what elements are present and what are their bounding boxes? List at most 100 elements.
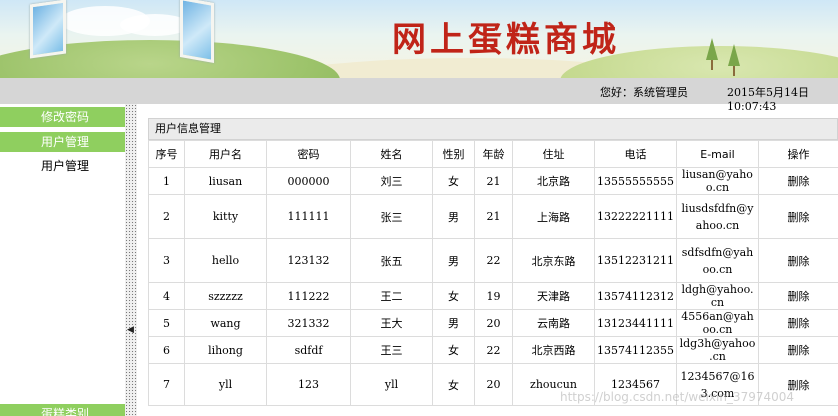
cell-name: 王二 (350, 282, 433, 310)
cell-email: liusan@yahoo.cn (676, 167, 759, 195)
cell-username: wang (184, 309, 267, 337)
cell-address: 云南路 (512, 309, 595, 337)
cell-password: 111222 (266, 282, 351, 310)
banner-tree (733, 66, 735, 76)
cell-age: 19 (474, 282, 513, 310)
column-header: 电话 (594, 140, 677, 168)
column-header: 年龄 (474, 140, 513, 168)
cell-gender: 男 (432, 194, 475, 239)
column-header: 密码 (266, 140, 351, 168)
cell-address: 北京东路 (512, 238, 595, 283)
column-header: 操作 (758, 140, 838, 168)
sidebar-splitter[interactable] (125, 104, 137, 416)
cell-username: szzzzz (184, 282, 267, 310)
cell-phone: 13123441111 (594, 309, 677, 337)
user-table: 序号 用户名 密码 姓名 性别 年龄 住址 电话 E-mail 操作 1 liu… (148, 140, 838, 406)
delete-link[interactable]: 删除 (758, 238, 838, 283)
column-header: 姓名 (350, 140, 433, 168)
cell-username: liusan (184, 167, 267, 195)
main-content: 用户信息管理 序号 用户名 密码 姓名 性别 年龄 住址 电话 E-mail 操… (148, 118, 838, 416)
sidebar-item-user-management[interactable]: 用户管理 (0, 132, 130, 152)
current-datetime: 2015年5月14日 10:07:43 (727, 86, 809, 113)
collapse-arrow-icon[interactable]: ◀ (127, 325, 134, 335)
table-row: 5 wang 321332 王大 男 20 云南路 13123441111 45… (148, 309, 838, 337)
user-greeting: 您好：系统管理员 (600, 86, 688, 99)
table-row: 2 kitty 111111 张三 男 21 上海路 13222221111 l… (148, 194, 838, 239)
cell-password: 123132 (266, 238, 351, 283)
cell-username: kitty (184, 194, 267, 239)
sidebar-item-cake-category[interactable]: 蛋糕类别 (0, 404, 130, 416)
cell-address: 北京路 (512, 167, 595, 195)
cell-email: ldg3h@yahoo.cn (676, 336, 759, 364)
cell-gender: 女 (432, 167, 475, 195)
delete-link[interactable]: 删除 (758, 194, 838, 239)
cell-address: 上海路 (512, 194, 595, 239)
cell-phone: 13555555555 (594, 167, 677, 195)
cell-age: 22 (474, 336, 513, 364)
status-bar: 您好：系统管理员 2015年5月14日 10:07:43 (0, 78, 838, 113)
cell-phone: 13574112312 (594, 282, 677, 310)
delete-link[interactable]: 删除 (758, 309, 838, 337)
cell-phone: 13512231211 (594, 238, 677, 283)
cell-gender: 男 (432, 309, 475, 337)
column-header: 序号 (148, 140, 185, 168)
cell-id: 2 (148, 194, 185, 239)
delete-link[interactable]: 删除 (758, 336, 838, 364)
cell-password: sdfdf (266, 336, 351, 364)
cell-phone: 13574112355 (594, 336, 677, 364)
cell-id: 4 (148, 282, 185, 310)
cell-email: ldgh@yahoo.cn (676, 282, 759, 310)
table-row: 4 szzzzz 111222 王二 女 19 天津路 13574112312 … (148, 282, 838, 310)
cell-name: 王三 (350, 336, 433, 364)
cell-email: sdfsdfn@yahoo.cn (676, 238, 759, 283)
cell-address: 天津路 (512, 282, 595, 310)
cell-address: 北京西路 (512, 336, 595, 364)
cell-id: 5 (148, 309, 185, 337)
banner-window (30, 0, 66, 59)
cell-gender: 女 (432, 282, 475, 310)
cell-name: 刘三 (350, 167, 433, 195)
cell-password: 123 (266, 363, 351, 406)
column-header: E-mail (676, 140, 759, 168)
delete-link[interactable]: 删除 (758, 167, 838, 195)
cell-id: 1 (148, 167, 185, 195)
cell-name: 张五 (350, 238, 433, 283)
cell-password: 111111 (266, 194, 351, 239)
cell-password: 321332 (266, 309, 351, 337)
cell-name: yll (350, 363, 433, 406)
sidebar-item-change-password[interactable]: 修改密码 (0, 107, 130, 127)
cell-id: 7 (148, 363, 185, 406)
banner-tree (711, 60, 713, 70)
table-row: 6 lihong sdfdf 王三 女 22 北京西路 13574112355 … (148, 336, 838, 364)
cell-id: 6 (148, 336, 185, 364)
table-row: 1 liusan 000000 刘三 女 21 北京路 13555555555 … (148, 167, 838, 195)
cell-name: 王大 (350, 309, 433, 337)
banner-tree (728, 44, 740, 66)
banner-tree (706, 38, 718, 60)
cell-username: lihong (184, 336, 267, 364)
cell-age: 20 (474, 363, 513, 406)
column-header: 住址 (512, 140, 595, 168)
cell-email: liusdsfdfn@yahoo.cn (676, 194, 759, 239)
cell-phone: 13222221111 (594, 194, 677, 239)
cell-gender: 女 (432, 363, 475, 406)
cell-age: 21 (474, 167, 513, 195)
column-header: 性别 (432, 140, 475, 168)
table-row: 3 hello 123132 张五 男 22 北京东路 13512231211 … (148, 238, 838, 283)
watermark: https://blog.csdn.net/weixin_37974004 (560, 390, 795, 404)
cell-email: 4556an@yahoo.cn (676, 309, 759, 337)
sidebar-nav: 修改密码 用户管理 用户管理 蛋糕类别 (0, 104, 130, 416)
cell-username: yll (184, 363, 267, 406)
cell-id: 3 (148, 238, 185, 283)
banner-window (180, 0, 214, 63)
table-header-row: 序号 用户名 密码 姓名 性别 年龄 住址 电话 E-mail 操作 (148, 140, 838, 168)
cell-age: 20 (474, 309, 513, 337)
cell-password: 000000 (266, 167, 351, 195)
header-banner: 网上蛋糕商城 (0, 0, 838, 78)
sidebar-subitem-user-management[interactable]: 用户管理 (0, 156, 130, 176)
cell-name: 张三 (350, 194, 433, 239)
column-header: 用户名 (184, 140, 267, 168)
panel-title: 用户信息管理 (148, 118, 838, 140)
delete-link[interactable]: 删除 (758, 282, 838, 310)
cell-username: hello (184, 238, 267, 283)
